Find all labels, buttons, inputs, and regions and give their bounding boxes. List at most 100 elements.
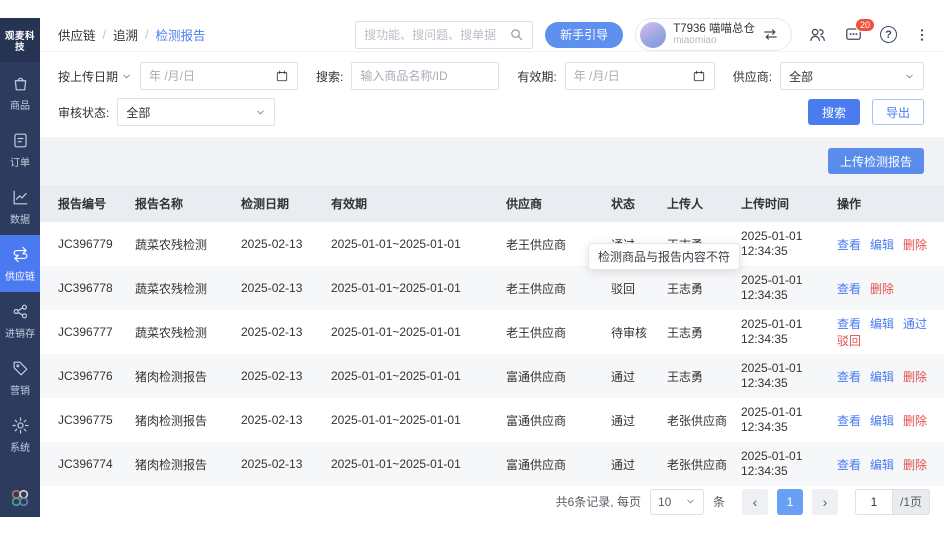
col-actions: 操作 (837, 185, 944, 222)
export-button[interactable]: 导出 (872, 99, 924, 125)
search-filter-label: 搜索: (316, 68, 343, 85)
sidebar-item-data[interactable]: 数据 (0, 178, 40, 235)
action-edit[interactable]: 编辑 (870, 238, 894, 252)
product-search-field[interactable] (351, 62, 499, 90)
message-count-badge: 20 (855, 18, 875, 32)
audit-status-label: 审核状态: (58, 104, 109, 121)
order-icon (11, 131, 30, 150)
action-edit[interactable]: 编辑 (870, 370, 894, 384)
global-search[interactable] (355, 21, 533, 49)
calendar-icon[interactable] (692, 69, 706, 83)
action-delete[interactable]: 删除 (903, 370, 927, 384)
top-icon-group: 20 ? (808, 25, 930, 44)
page-size-value: 10 (658, 495, 671, 509)
date-type-dropdown[interactable]: 按上传日期 (58, 68, 132, 85)
product-search-input[interactable] (360, 69, 490, 83)
sidebar-item-system[interactable]: 系统 (0, 406, 40, 463)
sidebar-nav: 商品 订单 数据 供应链 进销存 营销 系统 (0, 64, 40, 463)
action-delete[interactable]: 删除 (903, 458, 927, 472)
breadcrumb-current: 检测报告 (156, 25, 206, 44)
unit-text: 条 (713, 493, 725, 510)
brand-logo-text: 观麦科技 (5, 31, 35, 53)
status-badge: 通过 (611, 354, 667, 398)
messages-icon[interactable]: 20 (844, 25, 863, 44)
global-search-input[interactable] (364, 28, 503, 42)
help-icon[interactable]: ? (880, 26, 897, 43)
status-badge: 驳回 (611, 266, 667, 310)
action-view[interactable]: 查看 (837, 370, 861, 384)
search-button[interactable]: 搜索 (808, 99, 860, 125)
breadcrumb-trace[interactable]: 追溯 (113, 25, 138, 44)
col-report-name: 报告名称 (135, 185, 241, 222)
sidebar-item-inventory[interactable]: 进销存 (0, 292, 40, 349)
col-status: 状态 (611, 185, 667, 222)
gear-icon (11, 416, 30, 435)
content-area: 上传检测报告 报告编号 报告名称 检测日期 有效期 供应商 状态 上传人 上传时… (40, 137, 944, 486)
total-records-text: 共6条记录, 每页 (556, 493, 641, 510)
upload-date-field[interactable] (140, 62, 298, 90)
sidebar-item-products[interactable]: 商品 (0, 64, 40, 121)
brand-logo: 观麦科技 (0, 18, 40, 62)
next-page-button[interactable]: › (812, 489, 838, 515)
four-rings-logo-icon (9, 487, 31, 509)
action-view[interactable]: 查看 (837, 238, 861, 252)
supplier-filter-label: 供应商: (733, 68, 772, 85)
breadcrumb-separator: / (103, 28, 106, 42)
table-row: JC396777 蔬菜农残检测 2025-02-13 2025-01-01~20… (40, 310, 944, 354)
sidebar-item-label: 订单 (10, 154, 30, 169)
filter-row-1: 按上传日期 搜索: 有效期: 供应商: 全部 (58, 61, 924, 91)
breadcrumb-supply-chain[interactable]: 供应链 (58, 25, 96, 44)
action-edit[interactable]: 编辑 (870, 317, 894, 331)
validity-date-field[interactable] (565, 62, 715, 90)
page-size-select[interactable]: 10 (650, 489, 704, 515)
action-view[interactable]: 查看 (837, 458, 861, 472)
status-badge: 通过 (611, 398, 667, 442)
chevron-down-icon (255, 107, 266, 118)
current-page-button[interactable]: 1 (777, 489, 803, 515)
action-view[interactable]: 查看 (837, 414, 861, 428)
user-name: T7936 喵喵总仓 (673, 23, 755, 35)
action-delete[interactable]: 删除 (903, 238, 927, 252)
col-report-id: 报告编号 (40, 185, 135, 222)
page-jump: /1页 (855, 489, 930, 515)
sidebar-item-supply-chain[interactable]: 供应链 (0, 235, 40, 292)
table-row: JC396778 蔬菜农残检测 2025-02-13 2025-01-01~20… (40, 266, 944, 310)
filter-bar: 按上传日期 搜索: 有效期: 供应商: 全部 审核状态: (40, 52, 944, 137)
table-toolbar: 上传检测报告 (40, 137, 944, 185)
table-row: JC396774 猪肉检测报告 2025-02-13 2025-01-01~20… (40, 442, 944, 486)
page-jump-input[interactable] (855, 489, 893, 515)
col-supplier: 供应商 (506, 185, 611, 222)
sidebar-item-label: 进销存 (5, 325, 35, 340)
audit-status-value: 全部 (126, 104, 150, 121)
search-icon[interactable] (509, 27, 524, 42)
user-account[interactable]: T7936 喵喵总仓 miaomiao (635, 18, 792, 51)
action-view[interactable]: 查看 (837, 317, 861, 331)
audit-status-select[interactable]: 全部 (117, 98, 275, 126)
sidebar-item-marketing[interactable]: 营销 (0, 349, 40, 406)
supplier-select[interactable]: 全部 (780, 62, 924, 90)
supply-chain-icon (11, 245, 30, 264)
action-delete[interactable]: 删除 (870, 282, 894, 296)
user-subname: miaomiao (673, 35, 755, 47)
pagination-bar: 共6条记录, 每页 10 条 ‹ 1 › /1页 (40, 486, 944, 517)
upload-report-button[interactable]: 上传检测报告 (828, 148, 924, 174)
upload-date-input[interactable] (149, 69, 269, 83)
sidebar-item-orders[interactable]: 订单 (0, 121, 40, 178)
action-view[interactable]: 查看 (837, 282, 861, 296)
calendar-icon[interactable] (275, 69, 289, 83)
contacts-icon[interactable] (808, 25, 827, 44)
filter-row-2: 审核状态: 全部 搜索 导出 (58, 97, 924, 127)
validity-date-input[interactable] (574, 69, 686, 83)
action-edit[interactable]: 编辑 (870, 458, 894, 472)
switch-account-icon[interactable] (762, 26, 779, 43)
beginner-guide-button[interactable]: 新手引导 (545, 22, 623, 48)
kebab-menu-icon[interactable] (914, 27, 930, 43)
action-delete[interactable]: 删除 (903, 414, 927, 428)
action-edit[interactable]: 编辑 (870, 414, 894, 428)
col-test-date: 检测日期 (241, 185, 331, 222)
prev-page-button[interactable]: ‹ (742, 489, 768, 515)
action-approve[interactable]: 通过 (903, 317, 927, 331)
status-badge: 通过 (611, 442, 667, 486)
tag-icon (11, 359, 30, 378)
action-reject[interactable]: 驳回 (837, 334, 861, 348)
